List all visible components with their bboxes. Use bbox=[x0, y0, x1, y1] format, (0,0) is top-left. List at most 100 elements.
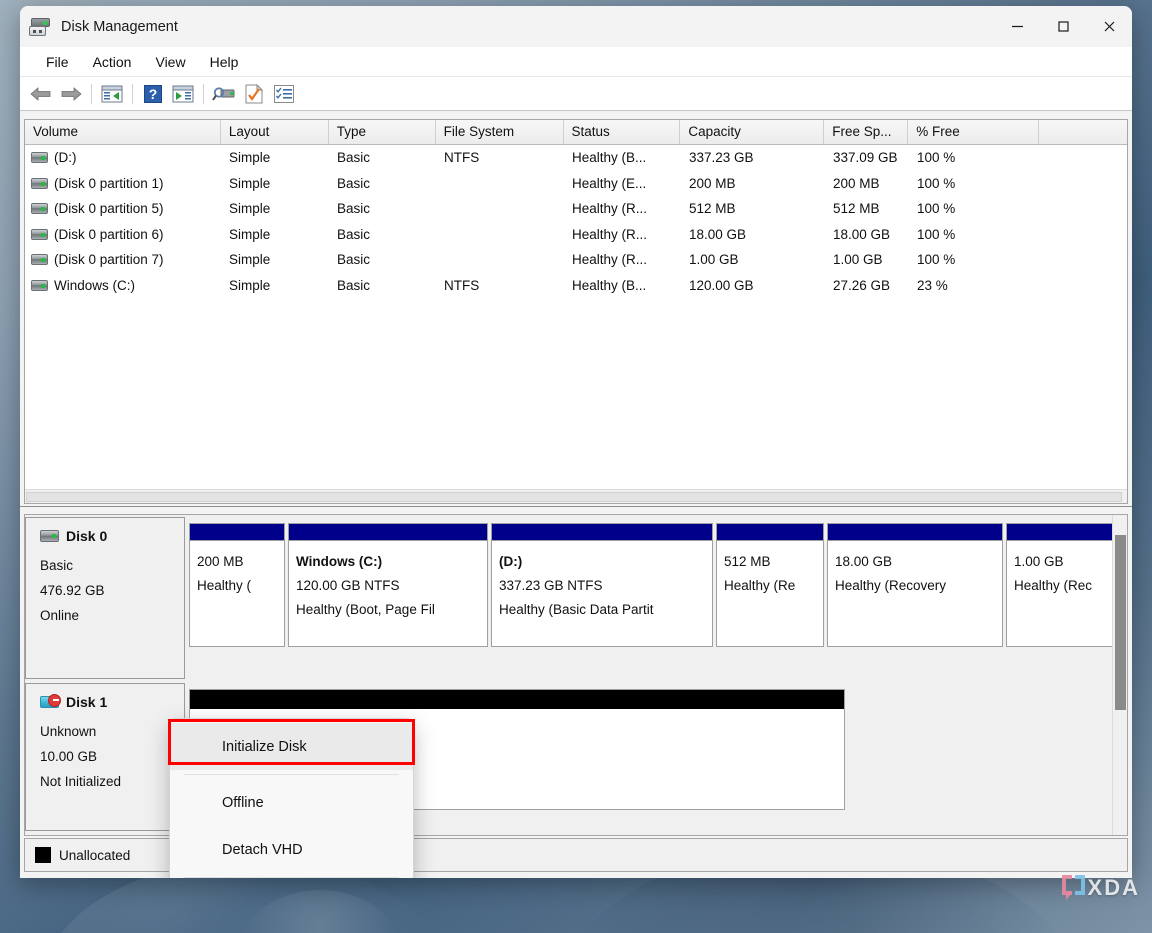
show-hide-console-tree-icon[interactable] bbox=[97, 80, 127, 108]
scrollbar-thumb[interactable] bbox=[1115, 535, 1126, 710]
cell-free-space: 200 MB bbox=[833, 175, 880, 191]
all-tasks-icon[interactable] bbox=[269, 80, 299, 108]
column-header-blank[interactable] bbox=[1039, 120, 1127, 144]
cell-capacity: 512 MB bbox=[689, 201, 736, 217]
context-menu-item-offline[interactable]: Offline bbox=[170, 779, 413, 826]
column-header-status[interactable]: Status bbox=[563, 120, 681, 144]
partition-recovery-512mb[interactable]: 512 MB Healthy (Rе bbox=[716, 523, 824, 647]
context-menu-item-detach-vhd[interactable]: Detach VHD bbox=[170, 826, 413, 873]
disk-error-icon bbox=[40, 694, 61, 708]
cell-status: Healthy (R... bbox=[572, 226, 648, 242]
xda-bracket-icon bbox=[1061, 875, 1085, 901]
partition-health: Healthy (Rе bbox=[724, 578, 796, 593]
cell-file-system: NTFS bbox=[444, 150, 480, 166]
show-hide-action-pane-icon[interactable] bbox=[168, 80, 198, 108]
cell-free-space: 1.00 GB bbox=[833, 252, 883, 268]
graphical-view-vertical-scrollbar[interactable] bbox=[1112, 515, 1127, 835]
partition-title: Windows (C:) bbox=[296, 554, 383, 569]
disk-drive-icon bbox=[29, 17, 51, 37]
column-header-volume[interactable]: Volume bbox=[25, 120, 221, 144]
toolbar-separator bbox=[132, 83, 133, 104]
disk-row-disk-0[interactable]: Disk 0 Basic 476.92 GB Online 200 MB Hea… bbox=[25, 517, 1127, 679]
unallocated-capacity-bar bbox=[190, 690, 844, 709]
volume-list-horizontal-scrollbar[interactable] bbox=[25, 489, 1127, 503]
cell-volume-label: (D:) bbox=[54, 150, 77, 166]
cell-type: Basic bbox=[337, 277, 371, 293]
scrollbar-thumb[interactable] bbox=[26, 492, 1122, 502]
cell-layout: Simple bbox=[229, 201, 271, 217]
column-header-percent-free[interactable]: % Free bbox=[908, 120, 1040, 144]
cell-free-space: 18.00 GB bbox=[833, 226, 891, 242]
partition-health: Healthy ( bbox=[197, 578, 252, 593]
disk-1-size: 10.00 GB bbox=[40, 749, 98, 764]
column-header-layout[interactable]: Layout bbox=[220, 120, 329, 144]
column-header-free-space[interactable]: Free Sp... bbox=[824, 120, 909, 144]
partition-health: Healthy (Boot, Page Fil bbox=[296, 602, 435, 617]
cell-percent-free: 100 % bbox=[917, 150, 956, 166]
rescan-disks-icon[interactable] bbox=[209, 80, 239, 108]
title-bar: Disk Management bbox=[20, 6, 1132, 47]
partition-d[interactable]: (D:) 337.23 GB NTFS Healthy (Basic Data … bbox=[491, 523, 713, 647]
cell-file-system: NTFS bbox=[444, 277, 480, 293]
window-title: Disk Management bbox=[61, 18, 178, 35]
cell-percent-free: 100 % bbox=[917, 252, 956, 268]
table-row[interactable]: Windows (C:) Simple Basic NTFS Healthy (… bbox=[25, 273, 1127, 299]
partition-recovery-1gb[interactable]: 1.00 GB Healthy (Rec bbox=[1006, 523, 1126, 647]
table-row[interactable]: (Disk 0 partition 5) Simple Basic Health… bbox=[25, 196, 1127, 222]
disk-1-name: Disk 1 bbox=[66, 694, 108, 710]
forward-icon[interactable] bbox=[56, 80, 86, 108]
cell-layout: Simple bbox=[229, 252, 271, 268]
cell-volume-label: (Disk 0 partition 1) bbox=[54, 175, 164, 191]
cell-free-space: 337.09 GB bbox=[833, 150, 898, 166]
properties-icon[interactable] bbox=[239, 80, 269, 108]
back-icon[interactable] bbox=[26, 80, 56, 108]
cell-free-space: 27.26 GB bbox=[833, 277, 891, 293]
disk-0-info[interactable]: Disk 0 Basic 476.92 GB Online bbox=[25, 517, 185, 679]
pane-splitter[interactable] bbox=[20, 506, 1132, 514]
menu-file[interactable]: File bbox=[34, 50, 81, 74]
cell-volume-label: (Disk 0 partition 7) bbox=[54, 252, 164, 268]
cell-type: Basic bbox=[337, 201, 371, 217]
cell-status: Healthy (B... bbox=[572, 150, 647, 166]
partition-recovery-18gb[interactable]: 18.00 GB Healthy (Recovery bbox=[827, 523, 1003, 647]
table-row[interactable]: (Disk 0 partition 1) Simple Basic Health… bbox=[25, 171, 1127, 197]
menu-action[interactable]: Action bbox=[81, 50, 144, 74]
partition-windows-c[interactable]: Windows (C:) 120.00 GB NTFS Healthy (Boo… bbox=[288, 523, 488, 647]
disk-1-info[interactable]: Disk 1 Unknown 10.00 GB Not Initialized bbox=[25, 683, 185, 831]
volume-list[interactable]: Volume Layout Type File System Status Ca… bbox=[24, 119, 1128, 504]
cell-capacity: 337.23 GB bbox=[689, 150, 754, 166]
partition-capacity-bar bbox=[1007, 524, 1125, 541]
menu-help[interactable]: Help bbox=[198, 50, 251, 74]
cell-volume: (Disk 0 partition 5) bbox=[25, 201, 221, 216]
table-row[interactable]: (D:) Simple Basic NTFS Healthy (B... 337… bbox=[25, 145, 1127, 171]
xda-watermark: XDA bbox=[1061, 875, 1140, 901]
table-row[interactable]: (Disk 0 partition 7) Simple Basic Health… bbox=[25, 247, 1127, 273]
column-header-capacity[interactable]: Capacity bbox=[680, 120, 825, 144]
disk-1-status: Not Initialized bbox=[40, 774, 122, 789]
volume-icon bbox=[31, 177, 48, 189]
context-menu-item-initialize-disk[interactable]: Initialize Disk bbox=[170, 723, 413, 770]
volume-icon bbox=[31, 254, 48, 266]
menu-view[interactable]: View bbox=[143, 50, 197, 74]
menu-bar: File Action View Help bbox=[20, 47, 1132, 77]
minimize-button[interactable] bbox=[994, 6, 1040, 47]
volume-icon bbox=[31, 279, 48, 291]
help-icon[interactable]: ? bbox=[138, 80, 168, 108]
disk-0-title: Disk 0 bbox=[40, 528, 184, 544]
cell-layout: Simple bbox=[229, 226, 271, 242]
table-row[interactable]: (Disk 0 partition 6) Simple Basic Health… bbox=[25, 222, 1127, 248]
cell-volume-label: Windows (C:) bbox=[54, 277, 136, 293]
close-button[interactable] bbox=[1086, 6, 1132, 47]
partition-capacity-bar bbox=[717, 524, 823, 541]
toolbar-separator bbox=[91, 83, 92, 104]
partition-efi[interactable]: 200 MB Healthy ( bbox=[189, 523, 285, 647]
partition-health: Healthy (Rec bbox=[1014, 578, 1093, 593]
cell-volume-label: (Disk 0 partition 6) bbox=[54, 226, 164, 242]
cell-status: Healthy (E... bbox=[572, 175, 647, 191]
cell-percent-free: 23 % bbox=[917, 277, 948, 293]
maximize-button[interactable] bbox=[1040, 6, 1086, 47]
column-header-file-system[interactable]: File System bbox=[435, 120, 564, 144]
cell-type: Basic bbox=[337, 150, 371, 166]
column-header-type[interactable]: Type bbox=[328, 120, 436, 144]
unallocated-swatch bbox=[35, 847, 51, 863]
